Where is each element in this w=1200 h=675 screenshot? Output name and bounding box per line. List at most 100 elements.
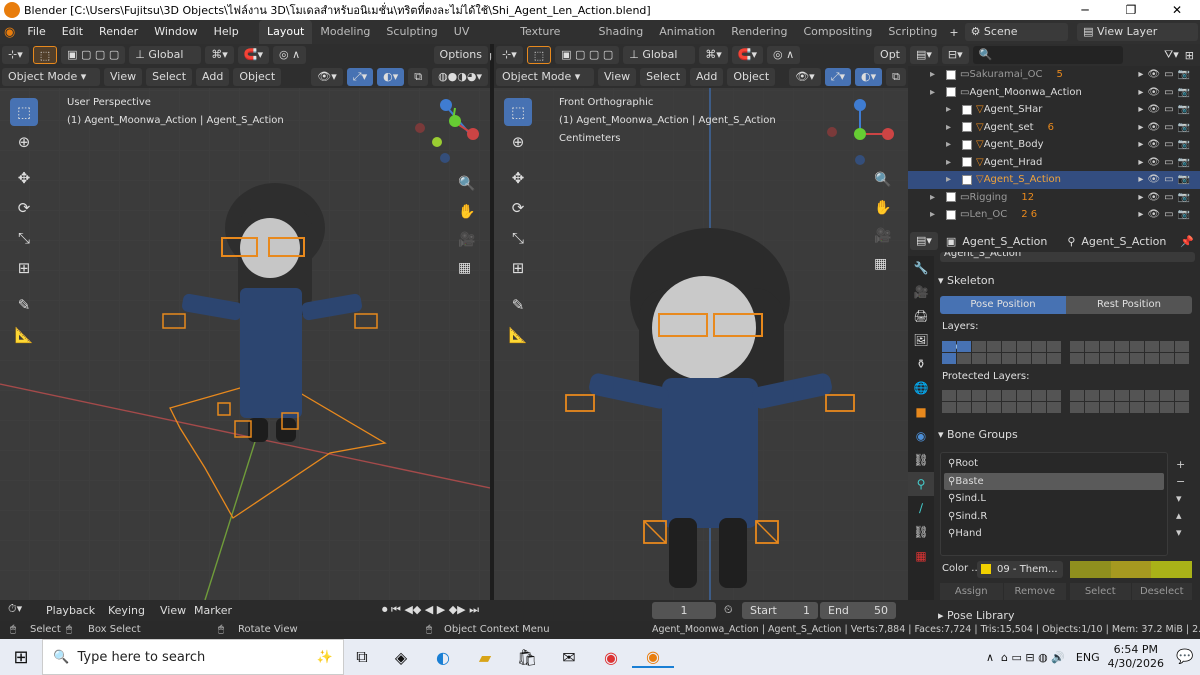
tab-physics-icon[interactable]: ◉ — [908, 424, 934, 448]
camera-icon[interactable]: 🎥 — [874, 222, 891, 250]
pin-icon[interactable]: 📌 — [1180, 235, 1200, 248]
visibility-icon[interactable]: 👁▾ — [311, 68, 343, 86]
outliner-row[interactable]: ▸ ▽ Agent_S_Action ▸👁▭📷 — [908, 171, 1200, 189]
outliner-row[interactable]: ▸ ▭ Len_OC 2 6 ▸👁▭📷 — [908, 206, 1200, 224]
start-frame-field[interactable]: Start 1 — [742, 602, 818, 619]
tab-tool-icon[interactable]: 🔧 — [908, 256, 934, 280]
tab-sculpting[interactable]: Sculpting — [378, 20, 445, 44]
language-indicator[interactable]: ENG — [1068, 651, 1108, 664]
pan-icon[interactable]: ✋ — [458, 198, 475, 226]
select-mode-buttons[interactable]: ▣ ▢ ▢ ▢ — [61, 46, 126, 64]
show-hidden-icons-icon[interactable]: ∧ — [982, 651, 998, 664]
outliner-row[interactable]: ▸ ▽ Agent_Hrad ▸👁▭📷 — [908, 154, 1200, 172]
left-viewport[interactable]: User Perspective (1) Agent_Moonwa_Action… — [0, 88, 490, 600]
tab-world-icon[interactable]: 🌐 — [908, 376, 934, 400]
view-layer-selector[interactable]: ▤ View Layer — [1077, 23, 1199, 41]
add-group-icon[interactable]: + — [1176, 456, 1185, 473]
tab-shading[interactable]: Shading — [591, 20, 652, 44]
task-view-icon[interactable]: ⧉ — [344, 647, 380, 667]
outliner-row[interactable]: ▸ ▭ Rigging 12 ▸👁▭📷 — [908, 189, 1200, 207]
tool-rotate-icon[interactable]: ⟳ — [10, 194, 38, 222]
add-workspace-icon[interactable]: + — [945, 26, 962, 39]
snap-icon[interactable]: 🧲▾ — [237, 46, 269, 64]
move-up-icon[interactable]: ▴ — [1176, 507, 1185, 524]
scene-selector[interactable]: ⚙ Scene — [964, 23, 1068, 41]
tab-uv-editing[interactable]: UV Editing — [446, 20, 512, 62]
windows-start-icon[interactable]: ⊞ — [0, 647, 42, 668]
store-icon[interactable]: 🛍 — [506, 648, 548, 667]
restriction-toggle-icons[interactable]: ▸👁▭📷 — [1138, 157, 1194, 168]
bone-group-item[interactable]: ⚲ Root — [944, 455, 1164, 472]
outliner-row[interactable]: ▸ ▽ Agent_SHar ▸👁▭📷 — [908, 101, 1200, 119]
partial-name-field[interactable]: Agent_S_Action — [940, 252, 1195, 262]
tray-icons[interactable]: ⌂ ▭ ⊟ ◍ 🔊 — [998, 651, 1068, 664]
transform-orientation-dropdown[interactable]: ⊥ Global — [129, 46, 202, 64]
close-button[interactable]: ✕ — [1154, 0, 1200, 20]
tab-bone-constraint-icon[interactable]: ⛓ — [908, 520, 934, 544]
bone-group-item[interactable]: ⚲ Hand — [944, 525, 1164, 542]
options-dropdown[interactable]: Options — [433, 46, 488, 64]
menu-select[interactable]: Select — [640, 68, 687, 86]
marker-menu[interactable]: Marker — [194, 604, 232, 617]
clock[interactable]: 6:54 PM 4/30/2026 — [1108, 643, 1170, 671]
tab-rendering[interactable]: Rendering — [723, 20, 795, 44]
proportional-edit-icon[interactable]: ◎ ∧ — [766, 46, 801, 64]
layers-grid-right[interactable] — [1070, 341, 1189, 364]
checkbox-icon[interactable] — [946, 209, 956, 220]
tab-compositing[interactable]: Compositing — [795, 20, 880, 44]
grid-icon[interactable]: ▦ — [874, 250, 891, 278]
tool-scale-icon[interactable]: ⤡ — [10, 224, 38, 252]
menu-file[interactable]: File — [19, 25, 53, 38]
color-swatches[interactable] — [1070, 561, 1193, 578]
move-down-icon[interactable]: ▾ — [1176, 524, 1185, 541]
remove-button[interactable]: Remove — [1003, 583, 1066, 600]
checkbox-icon[interactable] — [962, 122, 972, 133]
restriction-toggle-icons[interactable]: ▸👁▭📷 — [1138, 69, 1194, 80]
view-menu[interactable]: View — [160, 604, 186, 617]
expand-arrow-icon[interactable]: ▸ — [930, 69, 942, 80]
new-collection-icon[interactable]: ⊞ — [1179, 49, 1200, 62]
tab-view-layer-icon[interactable]: 🖼 — [908, 328, 934, 352]
checkbox-icon[interactable] — [946, 192, 956, 203]
pivot-icon[interactable]: ⌘▾ — [205, 46, 234, 64]
select-mode-buttons[interactable]: ▣ ▢ ▢ ▢ — [555, 46, 620, 64]
right-viewport[interactable]: Front Orthographic (1) Agent_Moonwa_Acti… — [494, 88, 908, 600]
expand-arrow-icon[interactable]: ▸ — [930, 209, 942, 220]
blender-menu-icon[interactable]: ◉ — [0, 25, 19, 40]
options-dropdown[interactable]: Opt — [874, 46, 906, 64]
expand-arrow-icon[interactable]: ▸ — [930, 192, 942, 203]
pose-position-button[interactable]: Pose Position — [940, 296, 1066, 314]
editor-type-icon[interactable]: ⊹▾ — [2, 46, 29, 64]
display-mode-icon[interactable]: ⊟▾ — [941, 46, 969, 64]
tab-scene-icon[interactable]: ⚱ — [908, 352, 934, 376]
select-tool-icon[interactable]: ⬚ — [526, 46, 552, 64]
tab-scripting[interactable]: Scripting — [880, 20, 945, 44]
expand-arrow-icon[interactable]: ▸ — [946, 139, 958, 150]
mode-dropdown[interactable]: Object Mode ▾ — [2, 68, 100, 86]
menu-select[interactable]: Select — [146, 68, 193, 86]
preview-range-icon[interactable]: ⏲ — [724, 603, 733, 617]
timeline-editor-icon[interactable]: ⏱▾ — [8, 602, 22, 616]
rest-position-button[interactable]: Rest Position — [1066, 296, 1192, 314]
menu-window[interactable]: Window — [146, 25, 205, 38]
tool-move-icon[interactable]: ✥ — [10, 164, 38, 192]
tool-cursor-icon[interactable]: ⊕ — [10, 128, 38, 156]
end-frame-field[interactable]: End 50 — [820, 602, 896, 619]
menu-add[interactable]: Add — [196, 68, 230, 86]
skeleton-panel-header[interactable]: ▾ Skeleton — [938, 270, 1196, 290]
expand-arrow-icon[interactable]: ▸ — [946, 122, 958, 133]
playback-controls[interactable]: ⏺ ⏮ ◀◆ ◀ ▶ ◆▶ ⏭ — [382, 603, 479, 617]
tool-scale-icon[interactable]: ⤡ — [504, 224, 532, 252]
restriction-toggle-icons[interactable]: ▸👁▭📷 — [1138, 104, 1194, 115]
notifications-icon[interactable]: 💬 — [1170, 649, 1200, 665]
tool-select-box-icon[interactable]: ⬚ — [10, 98, 38, 126]
expand-arrow-icon[interactable]: ▸ — [946, 157, 958, 168]
restriction-toggle-icons[interactable]: ▸👁▭📷 — [1138, 122, 1194, 133]
tab-animation[interactable]: Animation — [651, 20, 723, 44]
tab-output-icon[interactable]: 🖨 — [908, 304, 934, 328]
tool-transform-icon[interactable]: ⊞ — [504, 254, 532, 282]
keying-menu[interactable]: Keying — [108, 604, 145, 617]
outliner-search-input[interactable]: 🔍 — [972, 46, 1123, 64]
protected-layers-grid-left[interactable] — [942, 390, 1061, 413]
tool-annotate-icon[interactable]: ✎ — [10, 291, 38, 319]
